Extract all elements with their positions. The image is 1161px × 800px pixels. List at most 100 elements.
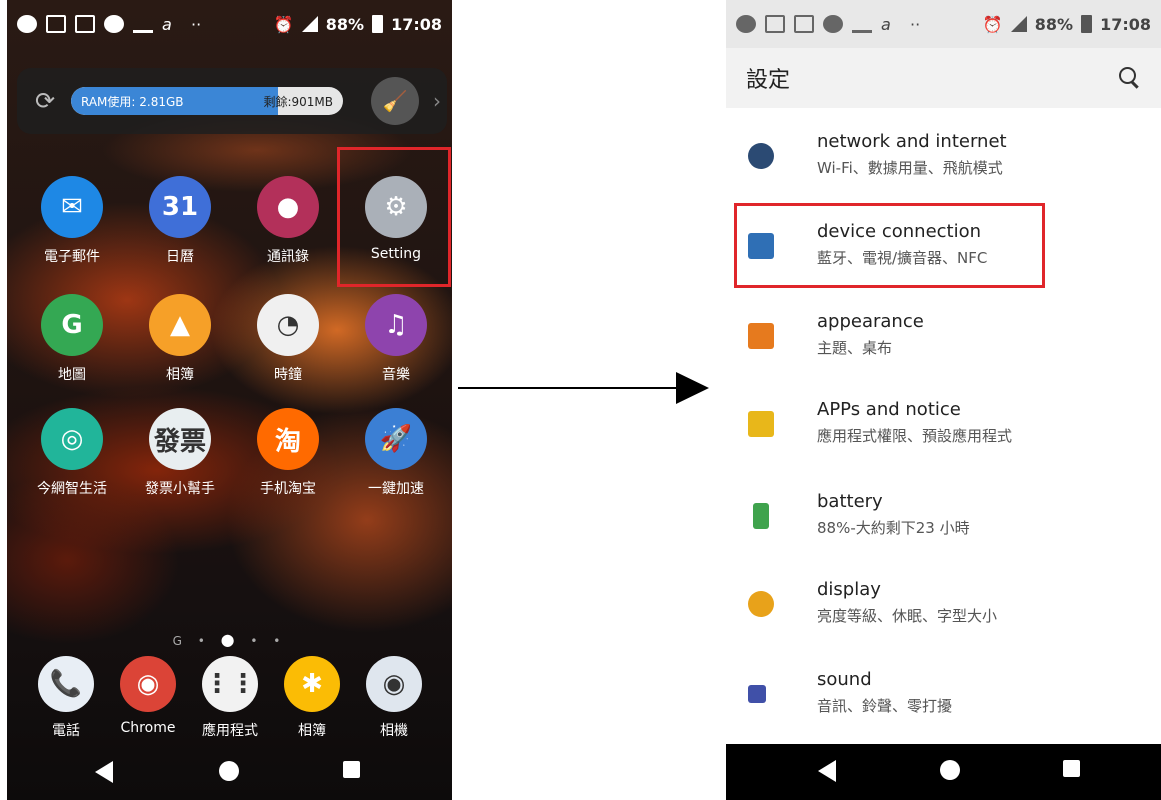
status-bar: a ·· ⏰ 88% 17:08 bbox=[7, 0, 452, 48]
maps-icon: G bbox=[41, 294, 103, 356]
app-contacts[interactable]: ● 通訊錄 bbox=[233, 176, 343, 266]
more-icon: ·· bbox=[910, 15, 921, 34]
setting-item-battery[interactable]: battery 88%-大約剩下23 小時 bbox=[726, 475, 1161, 555]
back-button[interactable] bbox=[95, 761, 113, 783]
back-button[interactable] bbox=[818, 760, 836, 782]
app-music[interactable]: ♫ 音樂 bbox=[341, 294, 451, 384]
app-label: 電子郵件 bbox=[44, 249, 100, 265]
clock: 17:08 bbox=[391, 14, 442, 34]
setting-title: APPs and notice bbox=[817, 399, 961, 420]
app-label: Setting bbox=[370, 246, 422, 262]
setting-subtitle: 88%-大約剩下23 小時 bbox=[817, 519, 970, 537]
clock: 17:08 bbox=[1100, 14, 1151, 34]
appearance-icon bbox=[748, 323, 774, 349]
line-icon bbox=[823, 15, 843, 33]
app-bar: 設定 bbox=[726, 48, 1161, 108]
app-album[interactable]: ▲ 相簿 bbox=[125, 294, 235, 384]
ram-widget: ⟳ RAM使用: 2.81GB 剩餘:901MB 🧹 › bbox=[17, 68, 447, 134]
setting-item-appearance[interactable]: appearance 主題、桌布 bbox=[726, 295, 1161, 375]
refresh-icon[interactable]: ⟳ bbox=[35, 87, 65, 115]
line-icon bbox=[736, 15, 756, 33]
arrow-head bbox=[676, 372, 709, 404]
smartlife-icon: ◎ bbox=[41, 408, 103, 470]
navigation-bar bbox=[7, 745, 452, 800]
app-booster[interactable]: 🚀 一鍵加速 bbox=[341, 408, 451, 498]
signature-icon: a bbox=[162, 15, 172, 34]
ram-used-label: RAM使用: 2.81GB bbox=[81, 95, 184, 109]
search-icon[interactable] bbox=[1119, 67, 1141, 89]
photos-icon: ✱ bbox=[284, 656, 340, 712]
app-label: 時鐘 bbox=[274, 367, 302, 383]
album-icon: ▲ bbox=[149, 294, 211, 356]
setting-item-apps[interactable]: APPs and notice 應用程式權限、預設應用程式 bbox=[726, 383, 1161, 463]
settings-screen: a ·· ⏰ 88% 17:08 設定 network and internet… bbox=[726, 0, 1161, 800]
recents-button[interactable] bbox=[343, 761, 360, 778]
setting-subtitle: 音訊、鈴聲、零打擾 bbox=[817, 697, 953, 715]
app-drawer-icon: ⋮⋮ bbox=[202, 656, 258, 712]
app-calendar[interactable]: 31 日曆 bbox=[125, 176, 235, 266]
status-bar: a ·· ⏰ 88% 17:08 bbox=[726, 0, 1161, 48]
clean-button[interactable]: 🧹 bbox=[371, 77, 419, 125]
chrome-icon: ◉ bbox=[120, 656, 176, 712]
line-icon bbox=[104, 15, 124, 33]
taobao-icon: 淘 bbox=[257, 408, 319, 470]
display-icon bbox=[748, 591, 774, 617]
setting-subtitle: Wi-Fi、數據用量、飛航模式 bbox=[817, 159, 1003, 177]
chevron-right-icon[interactable]: › bbox=[433, 89, 441, 113]
page-title: 設定 bbox=[746, 68, 791, 93]
app-label: 相簿 bbox=[166, 367, 194, 383]
setting-subtitle: 應用程式權限、預設應用程式 bbox=[817, 427, 1013, 445]
phone-icon: 📞 bbox=[38, 656, 94, 712]
music-icon: ♫ bbox=[365, 294, 427, 356]
app-taobao[interactable]: 淘手机淘宝 bbox=[233, 408, 343, 498]
clean-notification-icon bbox=[133, 15, 153, 33]
battery-icon bbox=[1081, 15, 1093, 33]
signal-icon bbox=[1010, 16, 1027, 32]
home-button[interactable] bbox=[940, 760, 960, 780]
invoice-icon: 發票 bbox=[149, 408, 211, 470]
battery-percent: 88% bbox=[325, 14, 365, 34]
setting-item-display[interactable]: display 亮度等級、休眠、字型大小 bbox=[726, 563, 1161, 643]
setting-title: network and internet bbox=[817, 131, 1007, 152]
app-label: 音樂 bbox=[382, 367, 410, 383]
apps-icon bbox=[748, 411, 774, 437]
setting-subtitle: 主題、桌布 bbox=[817, 339, 893, 357]
notes-icon bbox=[46, 15, 66, 33]
app-maps[interactable]: G 地圖 bbox=[17, 294, 127, 384]
setting-title: sound bbox=[817, 669, 872, 690]
arrow-line bbox=[458, 387, 678, 389]
setting-title: battery bbox=[817, 491, 883, 512]
dock-camera[interactable]: ◉ 相機 bbox=[339, 656, 449, 740]
app-label: 通訊錄 bbox=[267, 249, 309, 265]
battery-icon bbox=[372, 15, 384, 33]
app-label: 一鍵加速 bbox=[368, 481, 424, 497]
calendar-icon: 31 bbox=[149, 176, 211, 238]
home-screen: a ·· ⏰ 88% 17:08 ⟳ RAM使用: 2.81GB 剩餘:901M… bbox=[7, 0, 452, 800]
ram-free-label: 剩餘:901MB bbox=[263, 95, 333, 109]
app-smartlife[interactable]: ◎ 今網智生活 bbox=[17, 408, 127, 498]
app-invoice[interactable]: 發票 發票小幫手 bbox=[125, 408, 235, 498]
app-gear[interactable]: ⚙ Setting bbox=[341, 176, 451, 262]
battery-icon bbox=[753, 503, 769, 529]
app-label: 發票小幫手 bbox=[145, 481, 215, 497]
home-button[interactable] bbox=[219, 761, 239, 781]
app-clock[interactable]: ◔ 時鐘 bbox=[233, 294, 343, 384]
device-connection-highlight-box bbox=[734, 203, 1045, 288]
contacts-icon: ● bbox=[257, 176, 319, 238]
notes-icon bbox=[765, 15, 785, 33]
setting-item-wifi[interactable]: network and internet Wi-Fi、數據用量、飛航模式 bbox=[726, 115, 1161, 195]
clock-icon: ◔ bbox=[257, 294, 319, 356]
camera-icon: ◉ bbox=[366, 656, 422, 712]
navigation-bar bbox=[726, 744, 1161, 800]
booster-icon: 🚀 bbox=[365, 408, 427, 470]
wifi-icon bbox=[748, 143, 774, 169]
clean-notification-icon bbox=[852, 15, 872, 33]
more-icon: ·· bbox=[191, 15, 202, 34]
app-mail[interactable]: ✉ 電子郵件 bbox=[17, 176, 127, 266]
setting-item-sound[interactable]: sound 音訊、鈴聲、零打擾 bbox=[726, 653, 1161, 733]
ram-usage-bar: RAM使用: 2.81GB 剩餘:901MB bbox=[71, 87, 343, 115]
gear-icon: ⚙ bbox=[365, 176, 427, 238]
recents-button[interactable] bbox=[1063, 760, 1080, 777]
signal-icon bbox=[301, 16, 318, 32]
app-label: 今網智生活 bbox=[37, 481, 107, 497]
